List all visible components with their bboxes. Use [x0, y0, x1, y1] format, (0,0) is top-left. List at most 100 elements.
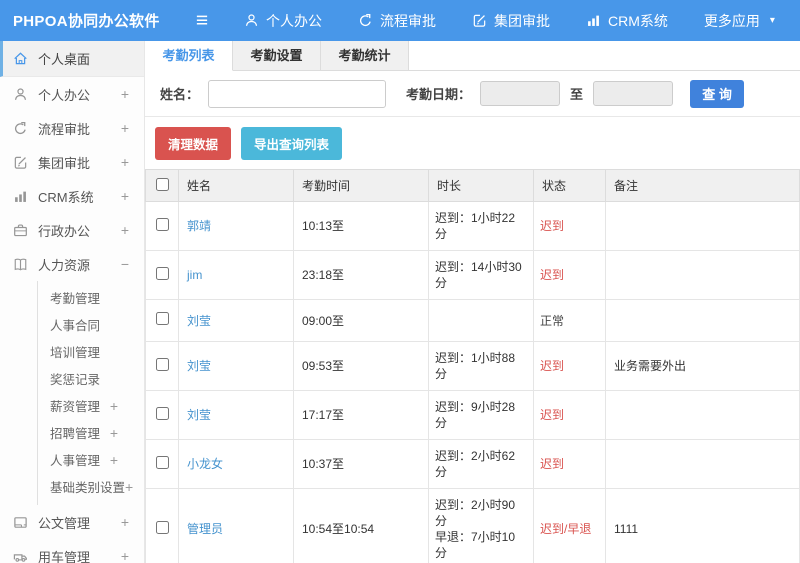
app-title: PHPOA协同办公软件 [13, 13, 160, 30]
expand-plus-icon[interactable]: + [108, 398, 120, 414]
duration-cell: 迟到：2小时90分 早退：7小时10分 [428, 488, 534, 563]
employee-name-link[interactable]: 刘莹 [187, 359, 211, 373]
row-checkbox[interactable] [156, 455, 169, 469]
attendance-time: 10:37至 [293, 439, 429, 489]
duration-cell [428, 299, 534, 342]
employee-name-link[interactable]: jim [187, 268, 202, 282]
row-checkbox[interactable] [156, 312, 169, 325]
sidebar-subitem-label: 薪资管理 [50, 400, 101, 414]
table-row: 管理员 10:54至10:54 迟到：2小时90分 早退：7小时10分 迟到/早退… [145, 488, 800, 563]
sidebar-subitem-personnel-management[interactable]: 人事管理 + [38, 446, 144, 473]
expand-plus-icon[interactable]: + [125, 479, 133, 495]
chart-icon [586, 13, 601, 28]
table-row: 刘莹 09:53至 迟到：1小时88分 迟到 业务需要外出 [145, 341, 800, 391]
employee-name-link[interactable]: 小龙女 [187, 457, 223, 471]
name-input[interactable] [208, 79, 387, 108]
sidebar-item-personal-desktop[interactable]: 个人桌面 [0, 41, 144, 77]
expand-plus-icon[interactable]: + [119, 548, 131, 563]
sidebar-subitem-label: 人事管理 [50, 454, 101, 468]
attendance-time: 09:53至 [293, 341, 429, 391]
expand-plus-icon[interactable]: + [119, 514, 131, 530]
topnav-label: CRM系统 [608, 12, 668, 29]
expand-plus-icon[interactable]: + [119, 86, 131, 102]
sidebar: 个人桌面 个人办公 + 流程审批 + 集团审批 + CRM系统 + 行政办公 +… [0, 41, 145, 563]
table-row: 小龙女 10:37至 迟到：2小时62分 迟到 [145, 439, 800, 489]
sidebar-subitem-label: 人事合同 [50, 319, 101, 333]
name-label: 姓名： [160, 87, 200, 102]
sidebar-subitem-recruitment-management[interactable]: 招聘管理 + [38, 419, 144, 446]
column-header-name: 姓名 [178, 169, 294, 202]
duration-cell: 迟到：2小时62分 [428, 439, 534, 489]
sidebar-item-administrative-office[interactable]: 行政办公 + [0, 213, 144, 247]
topnav-label: 个人办公 [266, 12, 322, 29]
book-icon [13, 257, 29, 272]
note-cell [605, 250, 800, 300]
tab-attendance-list[interactable]: 考勤列表 [145, 41, 233, 71]
flow-icon [13, 121, 29, 136]
topnav-crm-system[interactable]: CRM系统 [586, 11, 668, 31]
attendance-time: 10:54至10:54 [293, 488, 429, 563]
sidebar-item-human-resources[interactable]: 人力资源 − [0, 247, 144, 281]
sidebar-item-label: 集团审批 [38, 155, 91, 171]
collapse-minus-icon[interactable]: − [119, 256, 131, 272]
sidebar-subitem-salary-management[interactable]: 薪资管理 + [38, 392, 144, 419]
row-checkbox[interactable] [156, 217, 169, 231]
employee-name-link[interactable]: 管理员 [187, 522, 223, 536]
note-cell: 业务需要外出 [605, 341, 800, 391]
sidebar-item-label: CRM系统 [38, 189, 94, 205]
main-content: 考勤列表 考勤设置 考勤统计 姓名： 考勤日期： 至 查 询 清理数据 导出查询… [145, 41, 800, 563]
tab-bar: 考勤列表 考勤设置 考勤统计 [145, 41, 800, 71]
flow-icon [358, 13, 373, 28]
document-icon [13, 515, 29, 530]
expand-plus-icon[interactable]: + [119, 154, 131, 170]
sidebar-item-vehicle-management[interactable]: 用车管理 + [0, 539, 144, 563]
edit-icon [13, 155, 29, 170]
employee-name-link[interactable]: 刘莹 [187, 408, 211, 422]
sidebar-item-group-approval[interactable]: 集团审批 + [0, 145, 144, 179]
note-cell [605, 299, 800, 342]
topnav-group-approval[interactable]: 集团审批 [472, 11, 550, 31]
topnav-more-apps[interactable]: 更多应用 ▾ [704, 11, 775, 31]
employee-name-link[interactable]: 郭靖 [187, 219, 211, 233]
sidebar-subitem-basic-category-settings[interactable]: 基础类别设置 + [38, 473, 144, 500]
tab-attendance-settings[interactable]: 考勤设置 [233, 41, 321, 70]
topnav-personal-office[interactable]: 个人办公 [244, 11, 322, 31]
sidebar-item-workflow-approval[interactable]: 流程审批 + [0, 111, 144, 145]
sidebar-subitem-personnel-contract[interactable]: 人事合同 [38, 311, 144, 338]
expand-plus-icon[interactable]: + [108, 452, 120, 468]
attendance-date-label: 考勤日期： [406, 87, 472, 102]
row-checkbox[interactable] [156, 357, 169, 371]
sidebar-item-document-management[interactable]: 公文管理 + [0, 505, 144, 539]
duration-cell: 迟到：14小时30分 [428, 250, 534, 300]
sidebar-item-crm-system[interactable]: CRM系统 + [0, 179, 144, 213]
sidebar-subitem-attendance-management[interactable]: 考勤管理 [38, 284, 144, 311]
tab-attendance-statistics[interactable]: 考勤统计 [321, 41, 409, 70]
clean-data-button[interactable]: 清理数据 [155, 127, 232, 160]
note-cell [605, 390, 800, 440]
topnav-workflow-approval[interactable]: 流程审批 [358, 11, 436, 31]
row-checkbox[interactable] [156, 520, 169, 534]
sidebar-item-personal-office[interactable]: 个人办公 + [0, 77, 144, 111]
search-button[interactable]: 查 询 [690, 79, 745, 108]
expand-plus-icon[interactable]: + [119, 120, 131, 136]
sidebar-subitem-reward-punishment-records[interactable]: 奖惩记录 [38, 365, 144, 392]
date-from-input[interactable] [480, 81, 561, 106]
expand-plus-icon[interactable]: + [108, 425, 120, 441]
sidebar-subitem-label: 基础类别设置 [50, 481, 126, 495]
expand-plus-icon[interactable]: + [119, 188, 131, 204]
row-checkbox[interactable] [156, 406, 169, 420]
date-to-separator: 至 [570, 87, 584, 102]
row-checkbox[interactable] [156, 266, 169, 280]
date-to-input[interactable] [593, 81, 674, 106]
duration-cell: 迟到：9小时28分 [428, 390, 534, 440]
employee-name-link[interactable]: 刘莹 [187, 314, 211, 328]
select-all-checkbox[interactable] [156, 177, 169, 191]
hr-submenu: 考勤管理 人事合同 培训管理 奖惩记录 薪资管理 + 招聘管理 + 人事管理 +… [37, 281, 144, 505]
hamburger-menu-icon[interactable]: ≡ [182, 10, 222, 31]
duration-cell: 迟到：1小时22分 [428, 201, 534, 251]
export-list-button[interactable]: 导出查询列表 [241, 127, 343, 160]
expand-plus-icon[interactable]: + [119, 222, 131, 238]
sidebar-subitem-training-management[interactable]: 培训管理 [38, 338, 144, 365]
top-navigation: 个人办公 流程审批 集团审批 CRM系统 更多应用 ▾ [244, 11, 775, 31]
topnav-label: 集团审批 [494, 12, 550, 29]
